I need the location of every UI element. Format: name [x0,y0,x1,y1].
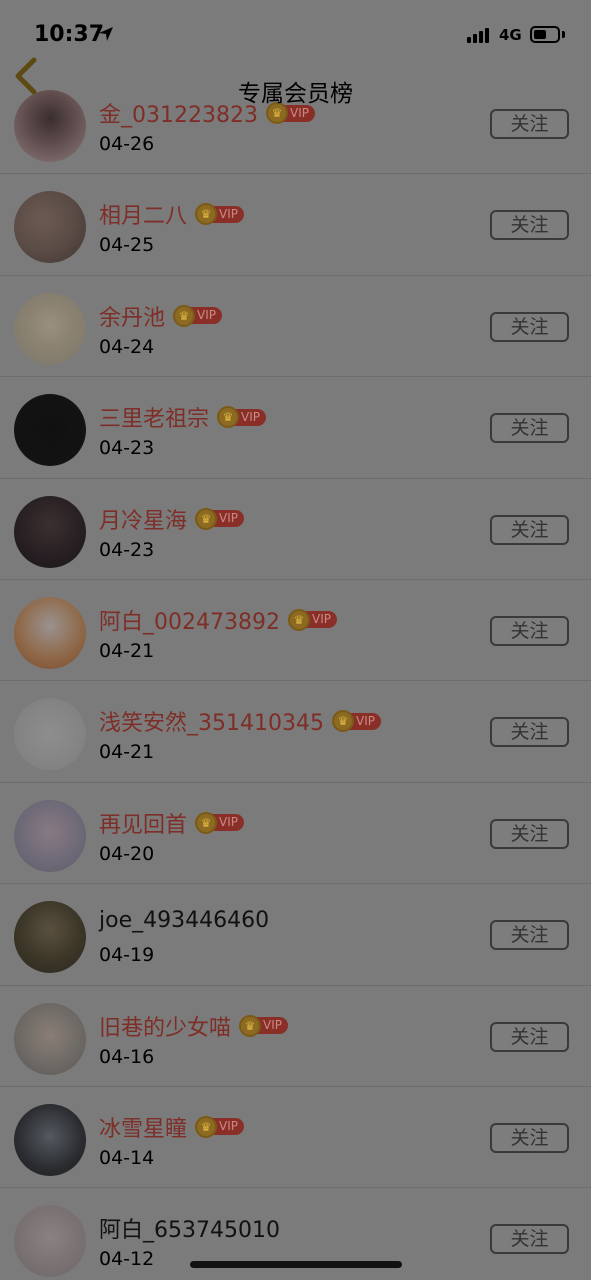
avatar[interactable] [14,698,86,771]
list-item[interactable]: 三里老祖宗 ♛ VIP 04-23 关注 [0,377,591,479]
list-item[interactable]: 月冷星海 ♛ VIP 04-23 关注 [0,479,591,580]
follow-button[interactable]: 关注 [490,514,569,545]
user-name[interactable]: 再见回首 [99,807,187,839]
avatar[interactable] [14,596,86,669]
user-name[interactable]: 阿白_002473892 [99,604,280,636]
vip-badge: ♛ VIP [195,507,244,530]
vip-badge: ♛ VIP [195,203,244,226]
user-name[interactable]: 相月二八 [99,198,187,230]
join-date: 04-21 [99,639,155,662]
vip-badge: ♛ VIP [217,406,266,429]
join-date: 04-23 [99,437,155,460]
list-item[interactable]: 相月二八 ♛ VIP 04-25 关注 [0,174,591,276]
crown-icon: ♛ [195,811,218,834]
list-item[interactable]: 冰雪星瞳 ♛ VIP 04-14 关注 [0,1087,591,1189]
user-name[interactable]: joe_493446460 [99,908,269,933]
signal-icon [467,28,489,43]
name-line: 旧巷的少女喵 ♛ VIP [99,1010,288,1042]
crown-icon: ♛ [195,1115,218,1138]
home-indicator[interactable] [190,1261,402,1268]
name-line: 余丹池 ♛ VIP [99,300,222,332]
vip-badge: ♛ VIP [239,1014,288,1037]
user-name[interactable]: 余丹池 [99,300,165,332]
page-title: 专属会员榜 [238,81,353,107]
user-name[interactable]: 月冷星海 [99,503,187,535]
join-date: 04-14 [99,1146,155,1169]
join-date: 04-25 [99,234,155,257]
list-item[interactable]: 再见回首 ♛ VIP 04-20 关注 [0,783,591,885]
network-type: 4G [499,26,522,44]
join-date: 04-23 [99,538,155,561]
status-time: 10:37 [34,22,105,47]
join-date: 04-26 [99,133,155,155]
vip-badge: ♛ VIP [287,608,337,631]
name-line: 相月二八 ♛ VIP [99,198,244,230]
join-date: 04-16 [99,1045,155,1068]
list-item[interactable]: joe_493446460 04-19 关注 [0,884,591,986]
list-item[interactable]: 旧巷的少女喵 ♛ VIP 04-16 关注 [0,986,591,1087]
avatar[interactable] [14,292,86,365]
follow-button[interactable]: 关注 [490,109,569,139]
user-name[interactable]: 冰雪星瞳 [99,1111,187,1143]
avatar[interactable] [14,394,86,467]
vip-badge: ♛ VIP [173,304,222,327]
join-date: 04-21 [99,741,155,764]
avatar[interactable] [14,1103,86,1176]
user-name[interactable]: 旧巷的少女喵 [99,1010,231,1042]
avatar[interactable] [14,901,86,974]
user-name[interactable]: 阿白_653745010 [99,1212,280,1244]
name-line: 三里老祖宗 ♛ VIP [99,401,266,433]
location-arrow-icon [99,27,113,41]
follow-button[interactable]: 关注 [490,1224,569,1255]
follow-button[interactable]: 关注 [490,311,569,342]
join-date: 04-19 [99,944,155,967]
vip-badge: ♛ VIP [195,811,244,834]
name-line: 再见回首 ♛ VIP [99,807,244,839]
join-date: 04-20 [99,842,155,865]
screen: 10:37 4G 专属会员榜 金_031223823 ♛ VIP 04-26 关注 相月二… [0,0,591,1280]
avatar[interactable] [14,495,86,568]
avatar[interactable] [14,1002,86,1075]
vip-badge: ♛ VIP [331,710,381,733]
list-item[interactable]: 浅笑安然_351410345 ♛ VIP 04-21 关注 [0,681,591,783]
name-line: 冰雪星瞳 ♛ VIP [99,1111,244,1143]
join-date: 04-12 [99,1248,155,1271]
vip-badge: ♛ VIP [195,1115,244,1138]
member-list: 金_031223823 ♛ VIP 04-26 关注 相月二八 ♛ VIP 04-25 关注 余丹池… [0,73,591,1280]
avatar[interactable] [14,1205,86,1278]
battery-tip [562,31,565,38]
avatar[interactable] [14,191,86,264]
name-line: 浅笑安然_351410345 ♛ VIP [99,705,381,737]
name-line: 月冷星海 ♛ VIP [99,503,244,535]
crown-icon: ♛ [195,507,218,530]
follow-button[interactable]: 关注 [490,1122,569,1153]
list-item[interactable]: 阿白_002473892 ♛ VIP 04-21 关注 [0,580,591,682]
follow-button[interactable]: 关注 [490,717,569,748]
user-name[interactable]: 浅笑安然_351410345 [99,705,324,737]
name-line: joe_493446460 [99,908,269,933]
follow-button[interactable]: 关注 [490,413,569,444]
crown-icon: ♛ [287,608,310,631]
user-name[interactable]: 三里老祖宗 [99,401,209,433]
name-line: 阿白_002473892 ♛ VIP [99,604,337,636]
follow-button[interactable]: 关注 [490,920,569,951]
follow-button[interactable]: 关注 [490,615,569,646]
join-date: 04-24 [99,335,155,358]
name-line: 阿白_653745010 [99,1212,280,1244]
follow-button[interactable]: 关注 [490,818,569,849]
crown-icon: ♛ [173,304,196,327]
follow-button[interactable]: 关注 [490,210,569,241]
status-bar: 10:37 4G [0,0,591,70]
list-item[interactable]: 余丹池 ♛ VIP 04-24 关注 [0,276,591,378]
follow-button[interactable]: 关注 [490,1021,569,1052]
battery-icon [530,26,560,43]
crown-icon: ♛ [239,1014,262,1037]
avatar[interactable] [14,799,86,872]
